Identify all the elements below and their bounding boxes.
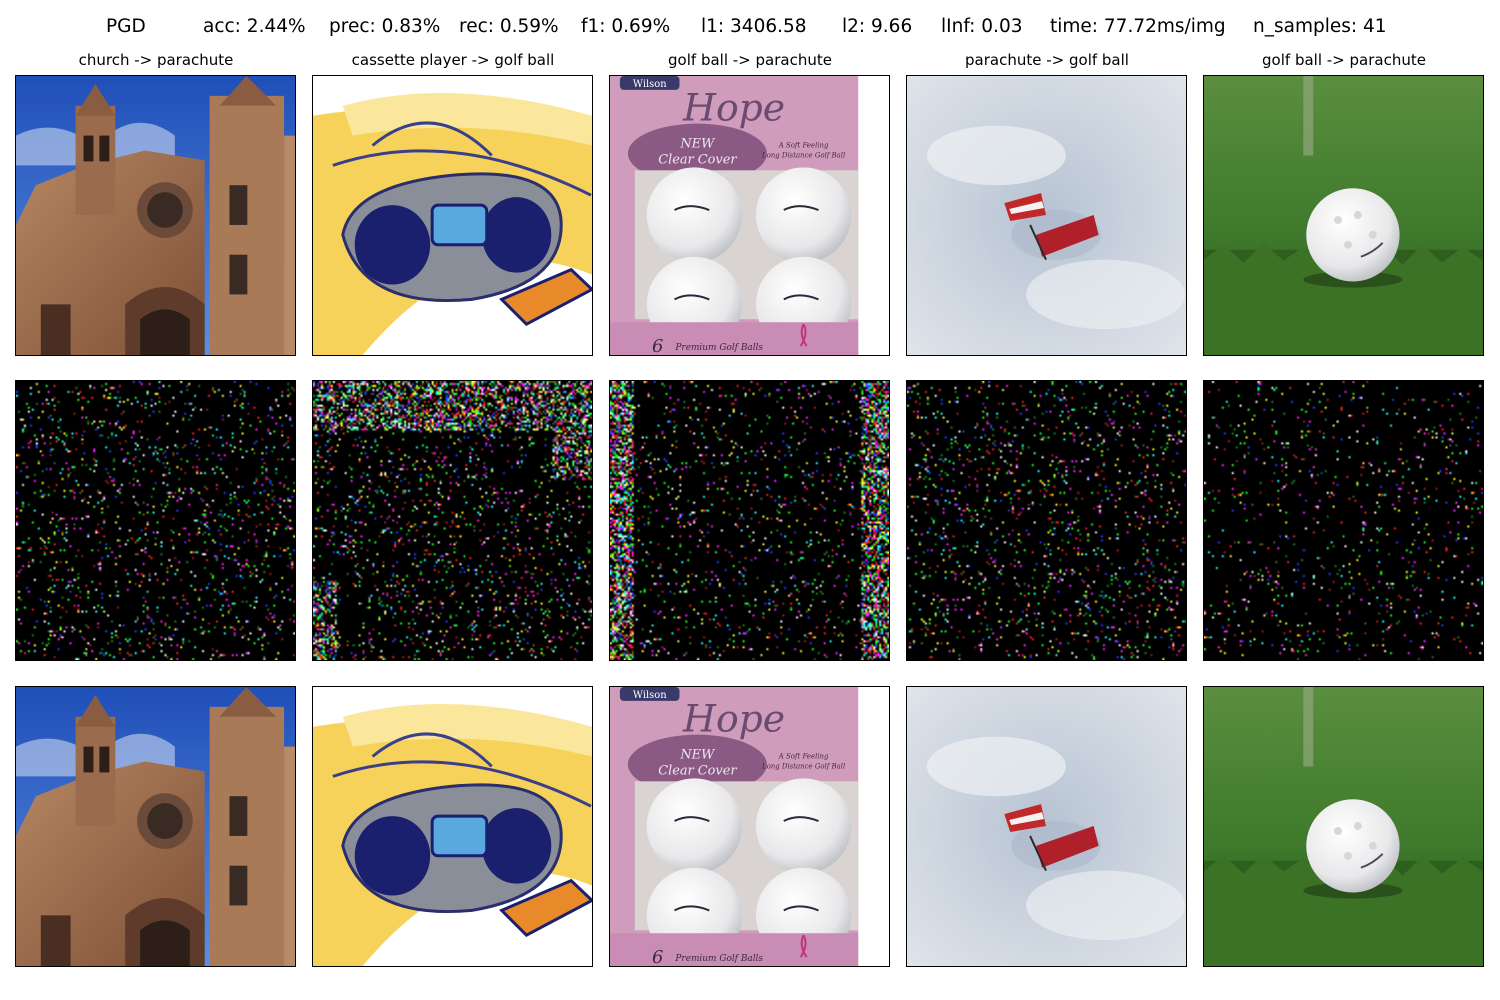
linf-metric: lInf: 0.03 bbox=[941, 16, 1023, 37]
parachute-sky-adversarial bbox=[906, 686, 1187, 967]
perturbation-boombox bbox=[312, 380, 593, 661]
column-title-2: cassette player -> golf ball bbox=[351, 51, 555, 69]
church-photo-adversarial bbox=[15, 686, 296, 967]
church-photo-original bbox=[15, 75, 296, 356]
parachute-sky-original bbox=[906, 75, 1187, 356]
method-label: PGD bbox=[106, 16, 146, 37]
accuracy-metric: acc: 2.44% bbox=[203, 16, 306, 37]
golf-ball-box-adversarial: Wilson Hope NEW Clear Cover A Soft Feeli… bbox=[609, 686, 890, 967]
svg-text:Hope: Hope bbox=[682, 697, 785, 741]
svg-text:Wilson: Wilson bbox=[633, 79, 667, 90]
perturbation-parachute bbox=[906, 380, 1187, 661]
svg-text:Premium Golf Balls: Premium Golf Balls bbox=[674, 343, 763, 353]
golf-ball-grass-original bbox=[1203, 75, 1484, 356]
boombox-drawing-adversarial bbox=[312, 686, 593, 967]
l2-metric: l2: 9.66 bbox=[842, 16, 913, 37]
svg-text:NEW: NEW bbox=[679, 747, 716, 762]
golf-ball-grass-adversarial bbox=[1203, 686, 1484, 967]
svg-text:Clear Cover: Clear Cover bbox=[658, 763, 737, 778]
perturbation-golf-box bbox=[609, 380, 890, 661]
metrics-header: PGD acc: 2.44% prec: 0.83% rec: 0.59% f1… bbox=[0, 16, 1500, 42]
boombox-drawing-original bbox=[312, 75, 593, 356]
svg-text:A Soft Feeling: A Soft Feeling bbox=[778, 752, 829, 760]
column-title-3: golf ball -> parachute bbox=[668, 51, 832, 69]
time-metric: time: 77.72ms/img bbox=[1050, 16, 1226, 37]
recall-metric: rec: 0.59% bbox=[459, 16, 559, 37]
column-title-1: church -> parachute bbox=[78, 51, 234, 69]
perturbation-church bbox=[15, 380, 296, 661]
precision-metric: prec: 0.83% bbox=[329, 16, 441, 37]
svg-text:Long Distance Golf Ball: Long Distance Golf Ball bbox=[761, 151, 845, 159]
svg-text:Hope: Hope bbox=[682, 86, 785, 130]
svg-text:Premium Golf Balls: Premium Golf Balls bbox=[674, 954, 763, 964]
svg-text:6: 6 bbox=[652, 947, 663, 966]
svg-text:Long Distance Golf Ball: Long Distance Golf Ball bbox=[761, 762, 845, 770]
golf-ball-box-original: Wilson Hope NEW Clear Cover A Soft Feeli… bbox=[609, 75, 890, 356]
svg-text:6: 6 bbox=[652, 336, 663, 355]
svg-text:Wilson: Wilson bbox=[633, 690, 667, 701]
svg-text:A Soft Feeling: A Soft Feeling bbox=[778, 141, 829, 149]
column-title-5: golf ball -> parachute bbox=[1262, 51, 1426, 69]
column-title-4: parachute -> golf ball bbox=[965, 51, 1129, 69]
l1-metric: l1: 3406.58 bbox=[701, 16, 807, 37]
perturbation-golf-grass bbox=[1203, 380, 1484, 661]
f1-metric: f1: 0.69% bbox=[581, 16, 671, 37]
svg-text:Clear Cover: Clear Cover bbox=[658, 152, 737, 167]
svg-text:NEW: NEW bbox=[679, 136, 716, 151]
n-samples-metric: n_samples: 41 bbox=[1253, 16, 1387, 37]
